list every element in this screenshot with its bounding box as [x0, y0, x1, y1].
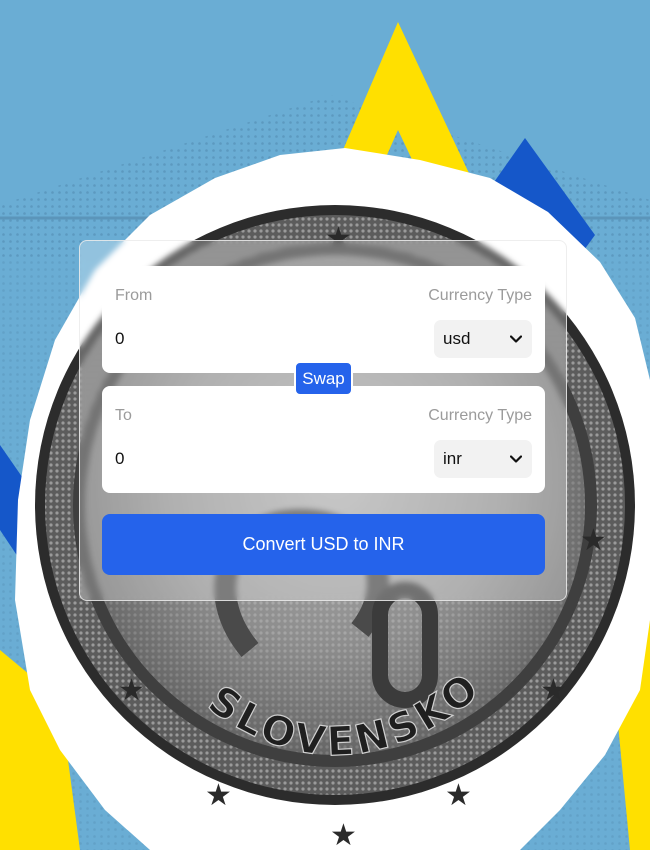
to-amount-input[interactable] — [115, 446, 365, 472]
svg-text:★: ★ — [580, 523, 607, 558]
svg-text:★: ★ — [205, 778, 232, 813]
from-currency-select[interactable]: usd — [434, 320, 532, 358]
svg-text:★: ★ — [540, 673, 567, 708]
from-field-group: From Currency Type usd — [102, 266, 545, 373]
to-field-group: To Currency Type inr — [102, 386, 545, 493]
to-currency-value: inr — [443, 449, 462, 468]
convert-button[interactable]: Convert USD to INR — [102, 514, 545, 575]
svg-text:★: ★ — [445, 778, 472, 813]
to-currency-select[interactable]: inr — [434, 440, 532, 478]
from-amount-input[interactable] — [115, 326, 365, 352]
svg-text:★: ★ — [118, 673, 145, 708]
from-currency-type-label: Currency Type — [428, 287, 532, 304]
chevron-down-icon — [510, 335, 522, 343]
swap-button[interactable]: Swap — [294, 361, 353, 396]
chevron-down-icon — [510, 455, 522, 463]
from-label: From — [115, 287, 153, 304]
from-currency-value: usd — [443, 329, 471, 348]
to-label: To — [115, 407, 132, 424]
converter-card: From Currency Type usd Swap To Currency … — [79, 240, 567, 601]
svg-text:★: ★ — [330, 818, 357, 850]
to-currency-type-label: Currency Type — [428, 407, 532, 424]
